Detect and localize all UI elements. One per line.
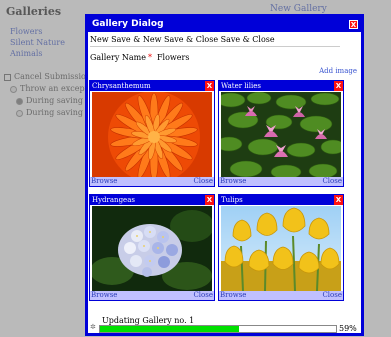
image-panel-footer: Browse Close: [90, 177, 214, 186]
new-save-close-button[interactable]: New Save & Close: [143, 35, 218, 44]
close-button[interactable]: Close: [193, 177, 213, 186]
toolbar-amp: &: [133, 35, 141, 44]
image-panel-header: Hydrangeas X: [90, 195, 214, 205]
image-name: Chrysanthemum: [92, 82, 151, 90]
browse-button[interactable]: Browse: [91, 291, 117, 300]
new-button[interactable]: New: [90, 35, 109, 44]
gallery-name-row: Gallery Name * Flowers: [90, 53, 189, 62]
close-icon[interactable]: X: [205, 195, 214, 205]
add-image-link[interactable]: Add image: [319, 67, 357, 75]
dialog-titlebar[interactable]: Gallery Dialog X: [88, 17, 361, 32]
close-icon[interactable]: X: [349, 20, 358, 29]
loading-spinner-icon: ✲: [90, 323, 96, 331]
gallery-dialog: Gallery Dialog X New Save & New Save & C…: [85, 14, 364, 336]
image-panel-footer: Browse Close: [219, 291, 343, 300]
tulips-image: [221, 206, 341, 291]
image-panel-chrysanthemum: Chrysanthemum X Browse Close: [89, 80, 215, 187]
browse-button[interactable]: Browse: [91, 177, 117, 186]
gallery-name-label: Gallery Name: [90, 53, 146, 62]
image-panel-header: Tulips X: [219, 195, 343, 205]
dialog-title: Gallery Dialog: [92, 19, 164, 29]
save-close-button[interactable]: Save & Close: [221, 35, 275, 44]
close-button[interactable]: Close: [322, 291, 342, 300]
image-panel-water-lilies: Water lilies X Browse Close: [218, 80, 344, 187]
image-name: Tulips: [221, 196, 243, 204]
browse-button[interactable]: Browse: [220, 177, 246, 186]
progress-percent: 59%: [339, 324, 357, 333]
image-panel-footer: Browse Close: [219, 177, 343, 186]
close-icon[interactable]: X: [205, 81, 214, 91]
image-panel-header: Chrysanthemum X: [90, 81, 214, 91]
image-panel-footer: Browse Close: [90, 291, 214, 300]
dialog-toolbar: New Save & New Save & Close Save & Close: [90, 35, 340, 47]
close-button[interactable]: Close: [193, 291, 213, 300]
progress-bar: [99, 325, 337, 333]
status-text: Updating Gallery no. 1: [102, 316, 195, 325]
chrysanthemum-image: [92, 92, 212, 177]
required-mark: *: [148, 53, 152, 62]
save-button[interactable]: Save: [111, 35, 131, 44]
close-icon[interactable]: X: [334, 81, 343, 91]
hydrangeas-image: [92, 206, 212, 291]
close-button[interactable]: Close: [322, 177, 342, 186]
gallery-name-field[interactable]: Flowers: [157, 53, 189, 62]
progress-fill: [100, 326, 240, 332]
image-name: Water lilies: [221, 82, 261, 90]
water-lilies-image: [221, 92, 341, 177]
image-panel-tulips: Tulips X Browse Close: [218, 194, 344, 301]
browse-button[interactable]: Browse: [220, 291, 246, 300]
image-panel-hydrangeas: Hydrangeas X Browse Close: [89, 194, 215, 301]
close-icon[interactable]: X: [334, 195, 343, 205]
image-panel-header: Water lilies X: [219, 81, 343, 91]
image-name: Hydrangeas: [92, 196, 135, 204]
